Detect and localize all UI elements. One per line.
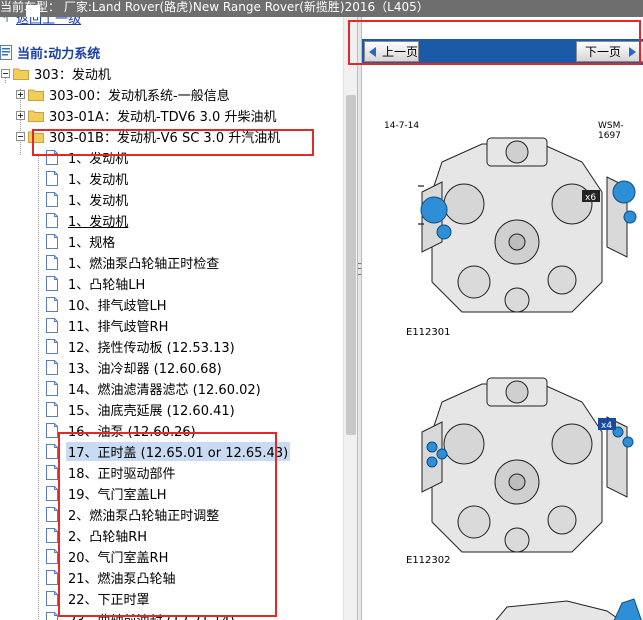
page-icon: [46, 465, 58, 480]
tree-item[interactable]: 1、发动机: [46, 210, 130, 231]
page-icon: [46, 192, 58, 207]
tree-node-303-01a[interactable]: 303-01A：发动机-TDV6 3.0 升柴油机: [16, 105, 278, 126]
page-icon: [46, 318, 58, 333]
page-icon: [46, 591, 58, 606]
tree-item-label: 1、凸轮轴LH: [68, 278, 146, 293]
page-icon: [46, 255, 58, 270]
page-icon: [46, 276, 58, 291]
tree-node-label: 303-01A：发动机-TDV6 3.0 升柴油机: [49, 110, 277, 125]
callout-label: x4: [601, 421, 612, 431]
page-icon: [46, 171, 58, 186]
page-icon: [46, 570, 58, 585]
tree-item-label: 15、油底壳延展 (12.60.41): [68, 404, 235, 419]
window-title: 当前车型： 厂家:Land Rover(路虎)New Range Rover(新…: [0, 0, 429, 14]
tree-item-label: 13、油冷却器 (12.60.68): [68, 362, 222, 377]
tree-item[interactable]: 1、发动机: [46, 189, 130, 210]
engine-illustration-2: x4: [421, 377, 634, 553]
figure-id-2: E112302: [406, 555, 451, 566]
folder-icon: [13, 68, 29, 80]
folder-icon: [28, 89, 44, 101]
tree-item[interactable]: 1、规格: [46, 231, 117, 252]
figure-id-1: E112301: [406, 327, 451, 338]
doc-date: 14-7-14: [384, 121, 420, 131]
collapse-icon[interactable]: [1, 69, 10, 78]
back-link-row[interactable]: ↰ 返回上一级: [0, 17, 83, 28]
tree-item[interactable]: 11、排气歧管RH: [46, 315, 170, 336]
tree-item[interactable]: 1、发动机: [46, 168, 130, 189]
scrollbar-thumb[interactable]: [346, 95, 356, 435]
tree-item-label: 1、发动机: [68, 173, 129, 188]
folder-icon: [28, 110, 44, 122]
page-icon: [46, 402, 58, 417]
tree-item[interactable]: 14、燃油滤清器滤芯 (12.60.02): [46, 378, 263, 399]
tree-item[interactable]: 1、燃油泵凸轮轴正时检查: [46, 252, 221, 273]
engine-illustration-3-partial: [495, 598, 642, 620]
tree-item-label: 10、排气歧管LH: [68, 299, 167, 314]
window-icon: [26, 5, 40, 17]
tree-line: [38, 155, 39, 620]
callout-label: x6: [585, 193, 596, 203]
page-icon: [46, 507, 58, 522]
tree-item-label: 12、挠性传动板 (12.53.13): [68, 341, 235, 356]
collapse-icon[interactable]: [16, 132, 25, 141]
annotation-box-group: [32, 129, 314, 156]
tree-item-label: 1、燃油泵凸轮轴正时检查: [68, 257, 220, 272]
document-pane[interactable]: 上一页 下一页 14-7-14 WSM-1697 x6 E112301 x4 E…: [362, 17, 643, 620]
page-icon: [46, 339, 58, 354]
page-icon: [46, 234, 58, 249]
tree-node-label: 303：发动机: [34, 68, 111, 83]
tree-item[interactable]: 12、挠性传动板 (12.53.13): [46, 336, 237, 357]
tree-item-label: 11、排气歧管RH: [68, 320, 169, 335]
page-icon: [46, 297, 58, 312]
tree-item[interactable]: 10、排气歧管LH: [46, 294, 169, 315]
tree-item[interactable]: 15、油底壳延展 (12.60.41): [46, 399, 237, 420]
tree-node-303-00[interactable]: 303-00：发动机系统-一般信息: [16, 84, 232, 105]
tree-scrollbar[interactable]: [343, 17, 357, 620]
annotation-box-nav: [348, 20, 641, 65]
page-icon: [46, 360, 58, 375]
annotation-box-items: [58, 432, 277, 617]
splitter-grip-icon: [358, 263, 361, 275]
page-icon: [46, 612, 58, 620]
expand-icon[interactable]: [16, 111, 25, 120]
page-icon: [46, 381, 58, 396]
tree-item-label: 1、发动机: [68, 194, 129, 209]
back-arrow-icon: ↰: [0, 17, 11, 25]
tree-item[interactable]: 13、油冷却器 (12.60.68): [46, 357, 224, 378]
tree-item[interactable]: 1、凸轮轴LH: [46, 273, 147, 294]
back-link[interactable]: 返回上一级: [14, 17, 83, 27]
tree-node-303[interactable]: 303：发动机: [1, 63, 113, 84]
page-icon: [46, 213, 58, 228]
page-icon: [46, 423, 58, 438]
page-icon: [46, 444, 58, 459]
current-system-row[interactable]: 当前:动力系统: [0, 42, 102, 63]
page-icon: [46, 528, 58, 543]
expand-icon[interactable]: [16, 90, 25, 99]
window-title-bar: 当前车型： 厂家:Land Rover(路虎)New Range Rover(新…: [0, 0, 643, 17]
engine-illustration-1: x6: [418, 137, 637, 313]
system-page-icon: [0, 45, 12, 60]
current-system-label: 当前:动力系统: [17, 47, 101, 62]
tree-node-label: 303-00：发动机系统-一般信息: [49, 89, 230, 104]
page-icon: [46, 549, 58, 564]
tree-item-label: 1、发动机: [68, 215, 129, 230]
tree-item-label: 14、燃油滤清器滤芯 (12.60.02): [68, 383, 261, 398]
page-icon: [46, 486, 58, 501]
tree-item-label: 1、规格: [68, 236, 116, 251]
